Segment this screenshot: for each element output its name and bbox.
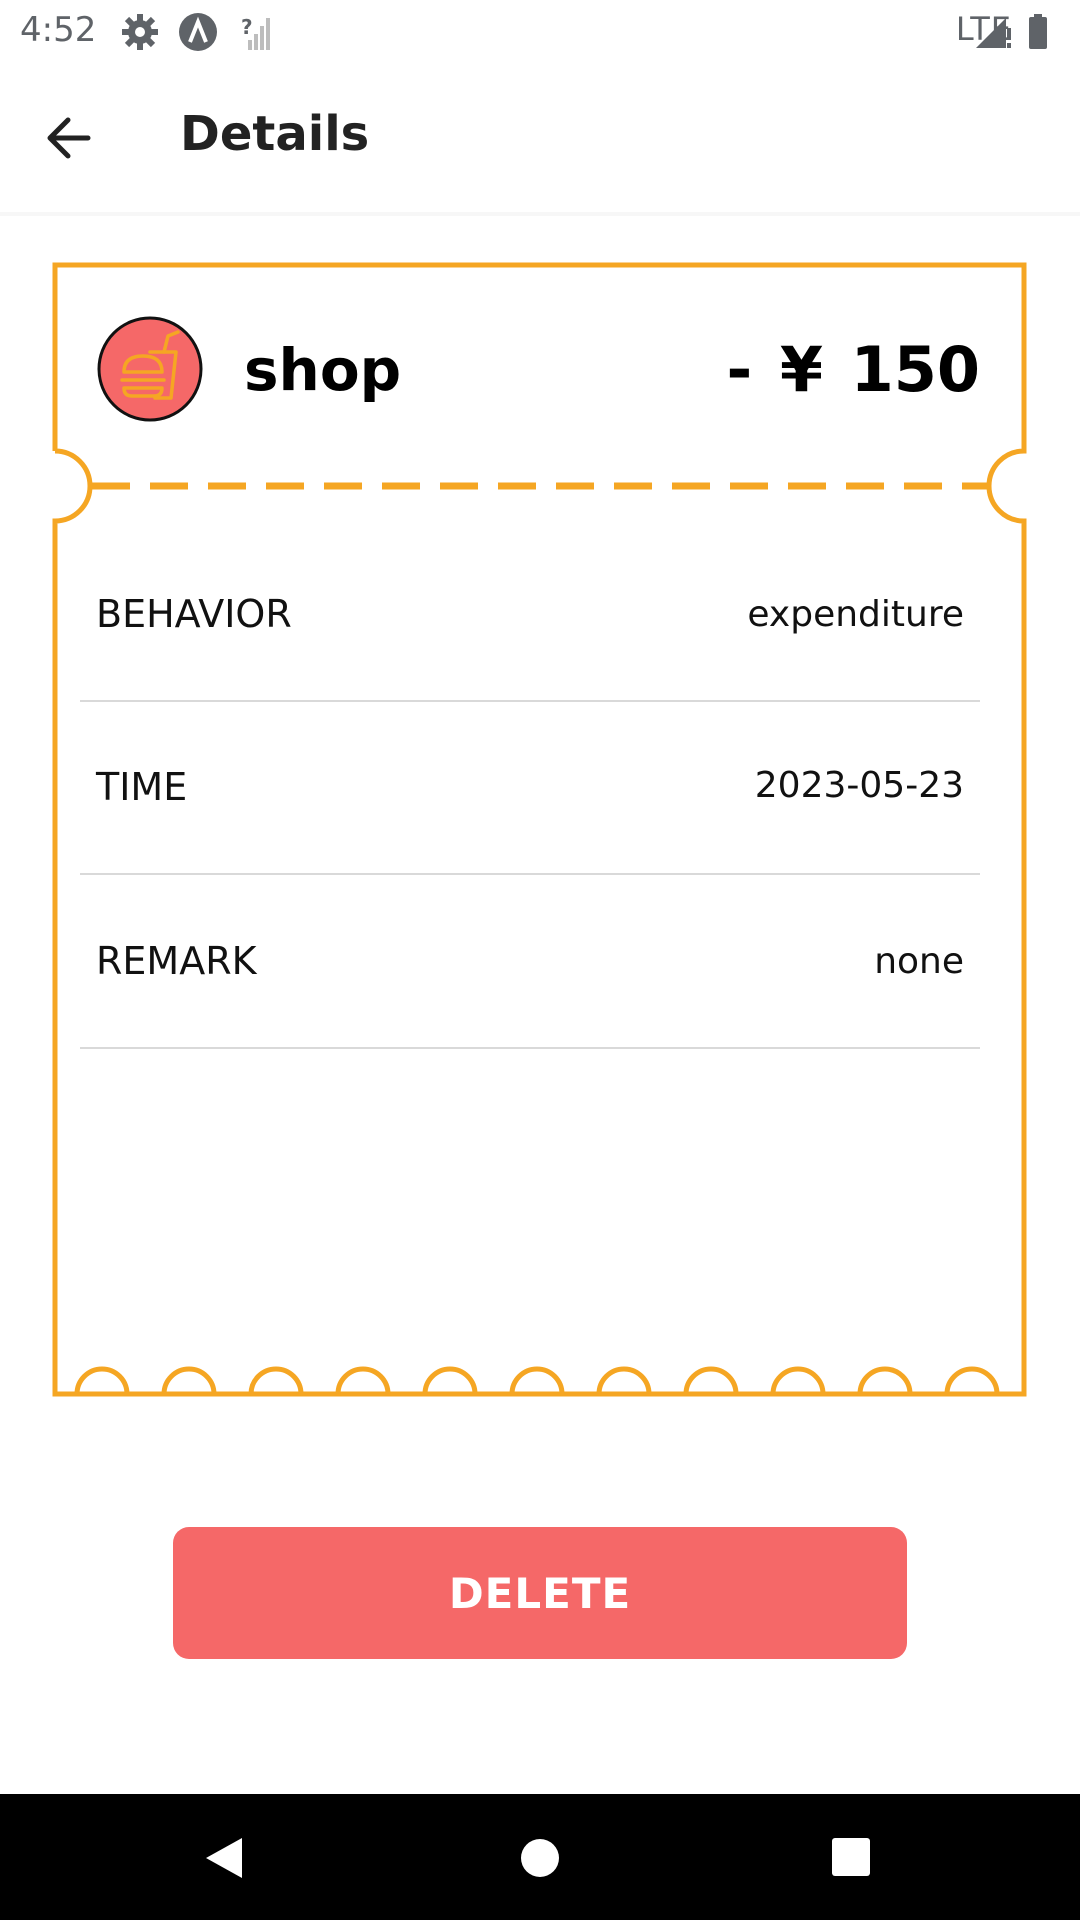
home-circle-icon[interactable] [520,1838,560,1878]
recents-square-icon[interactable] [831,1837,871,1877]
back-triangle-icon[interactable] [204,1836,244,1880]
behavior-label: BEHAVIOR [96,592,292,636]
system-nav-bar [0,1794,1080,1920]
delete-button[interactable]: DELETE [173,1527,907,1659]
ticket-card [52,262,1027,1397]
remark-label: REMARK [96,939,257,983]
amount: - ¥ 150 [726,333,980,406]
fast-food-icon [97,316,203,422]
row-divider [80,700,980,702]
time-label: TIME [96,765,188,809]
ticket-scallops [74,1366,1000,1395]
behavior-value: expenditure [747,594,964,635]
row-divider [80,873,980,875]
category-name: shop [244,336,402,404]
row-divider [80,1047,980,1049]
time-value: 2023-05-23 [754,765,964,806]
ticket-outline [52,262,1027,1397]
remark-value: none [874,941,964,982]
